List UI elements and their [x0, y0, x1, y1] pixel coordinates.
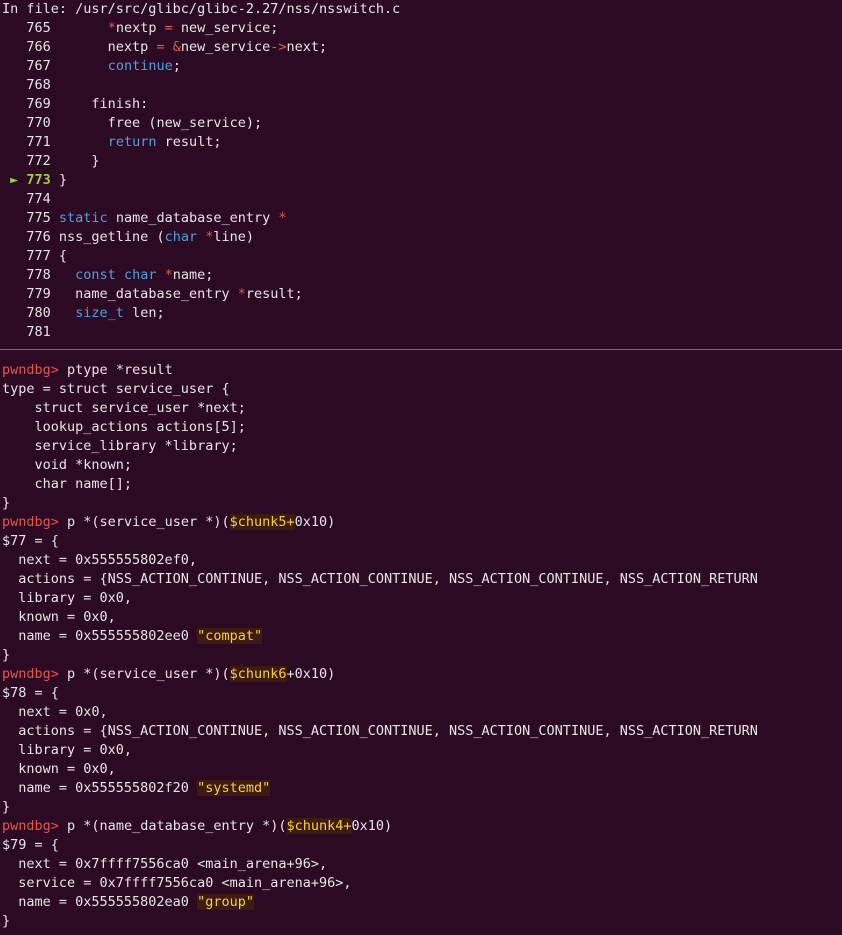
source-listing: 765 *nextp = new_service; 766 nextp = &n…: [0, 19, 842, 342]
output-line: service_library *library;: [2, 438, 238, 454]
source-line: 779 name_database_entry *result;: [26, 286, 303, 302]
source-line: 765 *nextp = new_service;: [26, 20, 279, 36]
source-line: 772 }: [26, 153, 100, 169]
pane-separator: [0, 349, 842, 350]
source-line: 778 const char *name;: [26, 267, 214, 283]
source-line: 766 nextp = &new_service->next;: [26, 39, 328, 55]
output-line: service = 0x7ffff7556ca0 <main_arena+96>…: [2, 875, 352, 891]
output-line: struct service_user *next;: [2, 400, 246, 416]
output-line: char name[];: [2, 476, 133, 492]
output-line: }: [2, 647, 11, 663]
terminal-window[interactable]: In file: /usr/src/glibc/glibc-2.27/nss/n…: [0, 0, 842, 935]
output-line: $77 = {: [2, 533, 59, 549]
output-line: next = 0x7ffff7556ca0 <main_arena+96>,: [2, 856, 328, 872]
command-line: pwndbg> p *(service_user *)($chunk5+0x10…: [2, 514, 336, 530]
command-line: pwndbg> ptype *result: [2, 362, 173, 378]
output-line: next = 0x0,: [2, 704, 108, 720]
string-value: "compat": [197, 628, 263, 644]
output-line: known = 0x0,: [2, 761, 116, 777]
output-line: name = 0x555555802ea0 "group": [2, 894, 254, 910]
output-line: $79 = {: [2, 837, 59, 853]
output-line: library = 0x0,: [2, 590, 133, 606]
output-line: library = 0x0,: [2, 742, 133, 758]
file-header: In file: /usr/src/glibc/glibc-2.27/nss/n…: [2, 1, 401, 17]
string-value: "systemd": [197, 780, 271, 796]
highlighted-var: $chunk6: [229, 666, 287, 682]
source-line: 775 static name_database_entry *: [26, 210, 287, 226]
output-line: $78 = {: [2, 685, 59, 701]
source-line: 774: [26, 191, 51, 207]
highlighted-var: $chunk5+: [229, 514, 295, 530]
output-line: name = 0x555555802f20 "systemd": [2, 780, 271, 796]
source-line-current: ► 773 }: [10, 172, 68, 188]
gdb-console[interactable]: pwndbg> ptype *result type = struct serv…: [0, 361, 842, 931]
source-line: 771 return result;: [26, 134, 222, 150]
output-line: actions = {NSS_ACTION_CONTINUE, NSS_ACTI…: [2, 723, 758, 739]
output-line: }: [2, 495, 11, 511]
output-line: type = struct service_user {: [2, 381, 230, 397]
source-line: 768: [26, 77, 51, 93]
highlighted-var: $chunk4+: [286, 818, 352, 834]
output-line: }: [2, 913, 11, 929]
output-line: known = 0x0,: [2, 609, 116, 625]
source-line: 769 finish:: [26, 96, 149, 112]
source-line: 777 {: [26, 248, 68, 264]
prompt: pwndbg>: [2, 362, 59, 378]
output-line: void *known;: [2, 457, 133, 473]
source-line: 770 free (new_service);: [26, 115, 263, 131]
output-line: next = 0x555555802ef0,: [2, 552, 198, 568]
string-value: "group": [197, 894, 254, 910]
source-line: 780 size_t len;: [26, 305, 165, 321]
command-line: pwndbg> p *(service_user *)($chunk6+0x10…: [2, 666, 336, 682]
output-line: }: [2, 799, 11, 815]
source-line: 767 continue;: [26, 58, 181, 74]
output-line: name = 0x555555802ee0 "compat": [2, 628, 263, 644]
output-line: lookup_actions actions[5];: [2, 419, 246, 435]
source-line: 776 nss_getline (char *line): [26, 229, 255, 245]
command-line: pwndbg> p *(name_database_entry *)($chun…: [2, 818, 393, 834]
source-line: 781: [26, 324, 51, 340]
output-line: actions = {NSS_ACTION_CONTINUE, NSS_ACTI…: [2, 571, 758, 587]
